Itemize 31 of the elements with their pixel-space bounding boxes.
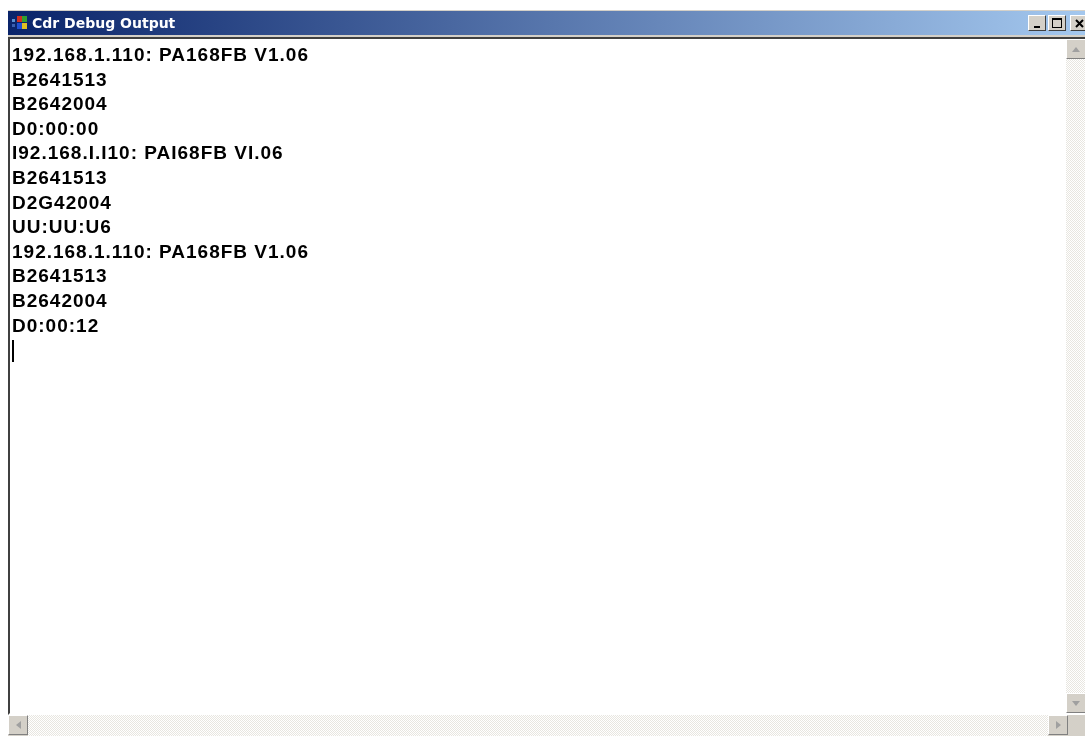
scroll-down-button[interactable] (1066, 693, 1085, 713)
maximize-icon (1052, 18, 1062, 28)
close-button[interactable] (1070, 15, 1085, 31)
down-arrow-icon (1072, 700, 1080, 706)
minimize-button[interactable] (1028, 15, 1046, 31)
output-line: UU:UU:U6 (12, 215, 112, 240)
right-arrow-icon (1055, 721, 1061, 729)
app-icon (12, 16, 28, 30)
scroll-up-button[interactable] (1066, 39, 1085, 59)
vertical-scrollbar[interactable] (1066, 39, 1085, 713)
output-line: B2641513 (12, 67, 108, 92)
up-arrow-icon (1072, 46, 1080, 52)
scroll-left-button[interactable] (8, 715, 28, 735)
output-line: B2642004 (12, 288, 108, 313)
minimize-icon (1034, 26, 1040, 28)
output-line: B2641513 (12, 264, 108, 289)
output-line: I92.168.I.I10: PAI68FB VI.06 (12, 141, 284, 166)
output-line: D0:00:12 (12, 313, 100, 338)
output-line: 192.168.1.110: PA168FB V1.06 (12, 43, 309, 67)
output-line: 192.168.1.110: PA168FB V1.06 (12, 239, 309, 264)
maximize-button[interactable] (1048, 15, 1066, 31)
output-line: D0:00:00 (12, 116, 100, 141)
output-line: B2641513 (12, 165, 108, 190)
output-text-area[interactable]: 192.168.1.110: PA168FB V1.06 B2641513 B2642004 D0:00:00 I92.168.I.I10: PAI68FB VI.06 B2641513 D2G42004 UU:UU:U6 192.168.1.110: PA168FB V1.06 B2641513 B2642004 D0:00:12 (10, 39, 1066, 713)
output-line: D2G42004 (12, 190, 112, 215)
scroll-right-button[interactable] (1048, 715, 1068, 735)
window-title: Cdr Debug Output (32, 15, 176, 31)
left-arrow-icon (15, 721, 21, 729)
close-icon (1074, 18, 1084, 28)
text-cursor (12, 340, 14, 363)
output-line: B2642004 (12, 92, 108, 117)
